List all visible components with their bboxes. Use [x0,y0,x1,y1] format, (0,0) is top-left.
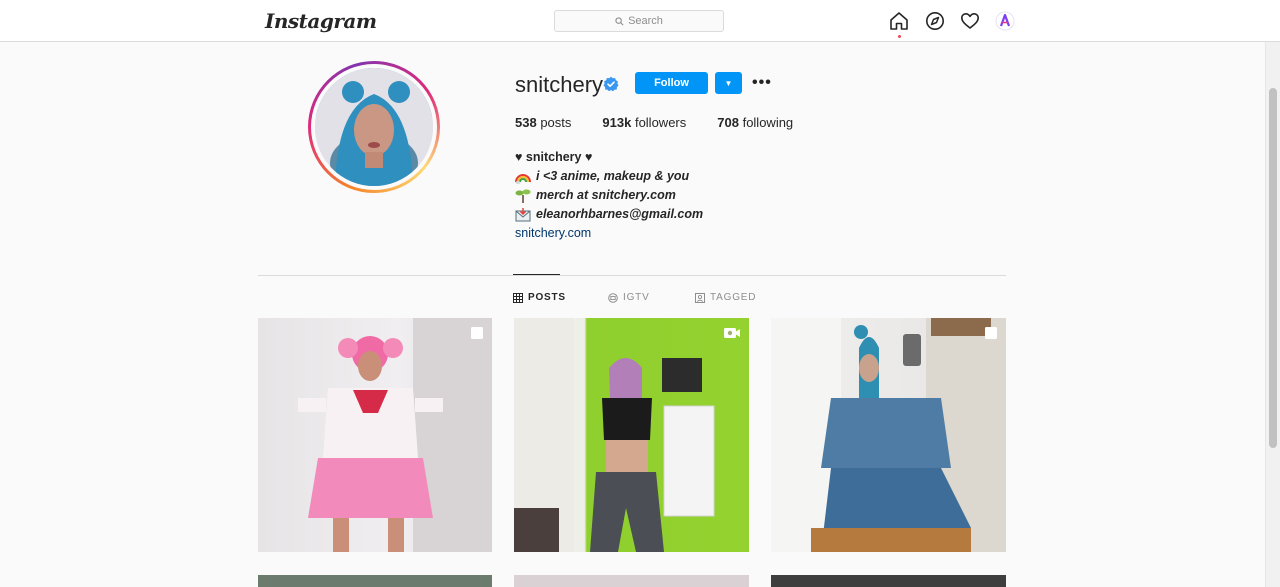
tab-tagged[interactable]: TAGGED [695,292,756,303]
tagged-icon [695,292,705,303]
more-options-button[interactable]: ••• [752,75,772,91]
post-tile[interactable] [514,575,749,587]
notification-dot [898,35,901,38]
profile-avatar[interactable] [308,61,440,193]
explore-icon[interactable] [925,11,945,31]
search-input[interactable]: Search [554,10,724,32]
multiple-icon [471,327,483,339]
page-scrollbar[interactable] [1265,42,1280,587]
tabs-divider [258,275,1006,276]
profile-bio: ♥ snitchery ♥ i <3 anime, makeup & you m… [515,148,703,243]
search-placeholder: Search [628,15,663,27]
post-tile[interactable] [258,318,492,552]
following-link[interactable]: 708 following [717,115,793,130]
igtv-icon [608,292,618,303]
grid-icon [513,292,523,303]
top-navigation: Instagram Search [0,0,1280,42]
bio-name: ♥ snitchery ♥ [515,150,593,164]
profile-avatar-icon[interactable] [995,11,1015,31]
caret-down-icon: ▼ [724,78,733,88]
rainbow-icon [515,173,531,184]
post-tile[interactable] [258,575,492,587]
post-tile[interactable] [771,575,1006,587]
tab-posts[interactable]: POSTS [513,292,566,303]
follow-button[interactable]: Follow [635,72,708,94]
followers-link[interactable]: 913k followers [602,115,686,130]
heart-icon[interactable] [960,11,980,31]
active-tab-indicator [513,274,560,275]
bio-line-4: eleanorhbarnes@gmail.com [536,207,704,221]
post-tile[interactable] [514,318,749,552]
video-icon [724,328,740,338]
search-icon [615,16,624,25]
posts-count: 538 posts [515,115,572,130]
suggested-accounts-dropdown-button[interactable]: ▼ [715,72,742,94]
profile-photo [315,68,433,186]
post-image [771,318,1006,552]
tab-igtv[interactable]: IGTV [608,292,650,303]
bio-website-link[interactable]: snitchery.com [515,224,591,243]
post-tile[interactable] [771,318,1006,552]
profile-username: snitchery [515,72,604,97]
profile-stats: 538 posts 913k followers 708 following [515,115,824,130]
envelope-icon [515,207,531,221]
verified-badge-icon [603,76,619,92]
home-icon[interactable] [889,11,909,31]
instagram-logo[interactable]: Instagram [265,9,377,33]
scrollbar-thumb[interactable] [1269,88,1277,448]
bio-line-2: i <3 anime, makeup & you [536,169,690,183]
post-image [298,318,492,552]
seedling-icon [515,189,531,203]
multiple-icon [985,327,997,339]
bio-line-3: merch at snitchery.com [536,188,676,202]
post-image [514,318,715,552]
